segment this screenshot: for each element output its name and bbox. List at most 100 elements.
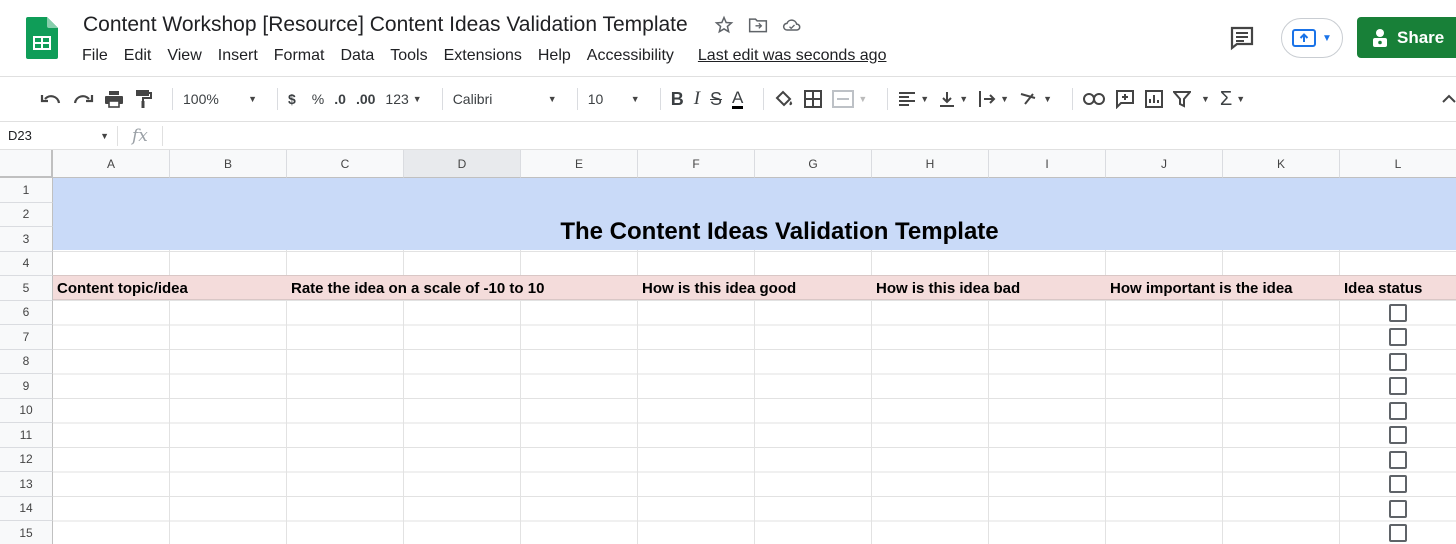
idea-status-checkbox[interactable]	[1389, 426, 1407, 444]
document-title[interactable]: Content Workshop [Resource] Content Idea…	[83, 13, 688, 37]
row-header-9[interactable]: 9	[0, 374, 53, 399]
decrease-decimal-button[interactable]: .0	[334, 84, 346, 114]
italic-button[interactable]: I	[694, 84, 700, 114]
column-header-i[interactable]: I	[989, 150, 1106, 178]
row-header-1[interactable]: 1	[0, 178, 53, 203]
undo-icon	[40, 95, 61, 104]
functions-button[interactable]: Σ ▼	[1220, 84, 1245, 114]
vertical-align-button[interactable]: ▼	[939, 84, 968, 114]
star-icon[interactable]	[714, 14, 734, 36]
share-button[interactable]: Share	[1357, 17, 1456, 58]
move-folder-icon[interactable]	[748, 14, 768, 36]
currency-format-button[interactable]: $	[288, 84, 296, 114]
strikethrough-button[interactable]: S	[710, 84, 722, 114]
text-rotation-button[interactable]: ▼	[1019, 84, 1052, 114]
chevron-down-icon: ▼	[100, 130, 109, 141]
menu-format[interactable]: Format	[274, 47, 325, 65]
row-header-13[interactable]: 13	[0, 472, 53, 497]
borders-button[interactable]	[804, 84, 823, 114]
title-banner[interactable]: The Content Ideas Validation Template	[53, 178, 1456, 250]
menu-insert[interactable]: Insert	[218, 47, 258, 65]
idea-status-checkbox[interactable]	[1389, 303, 1407, 322]
menu-file[interactable]: File	[82, 47, 108, 65]
cloud-status-icon[interactable]	[782, 14, 802, 36]
menu-extensions[interactable]: Extensions	[444, 47, 522, 65]
column-header-h[interactable]: H	[872, 150, 989, 178]
collapse-toolbar-button[interactable]	[1442, 84, 1456, 114]
menu-accessibility[interactable]: Accessibility	[587, 47, 674, 65]
idea-status-checkbox[interactable]	[1389, 475, 1407, 493]
row-header-11[interactable]: 11	[0, 423, 53, 448]
print-button[interactable]	[104, 84, 124, 114]
row-header-7[interactable]: 7	[0, 325, 53, 350]
column-header-g[interactable]: G	[755, 150, 872, 178]
header-good[interactable]: How is this idea good	[638, 276, 796, 300]
row-header-15[interactable]: 15	[0, 521, 53, 544]
header-content-topic[interactable]: Content topic/idea	[53, 276, 188, 300]
text-color-button[interactable]: A	[732, 84, 744, 114]
idea-status-checkbox[interactable]	[1389, 524, 1407, 542]
chevron-down-icon: ▼	[630, 94, 640, 104]
insert-link-button[interactable]	[1082, 84, 1105, 114]
insert-chart-button[interactable]	[1144, 84, 1163, 114]
insert-comment-button[interactable]	[1115, 84, 1135, 114]
header-importance[interactable]: How important is the idea	[1106, 276, 1293, 300]
present-button[interactable]: ▼	[1281, 18, 1343, 58]
column-header-c[interactable]: C	[287, 150, 404, 178]
column-header-e[interactable]: E	[521, 150, 638, 178]
name-box[interactable]: D23 ▼	[0, 125, 118, 146]
bold-button[interactable]: B	[671, 84, 684, 114]
last-edit-link[interactable]: Last edit was seconds ago	[698, 47, 887, 65]
horizontal-align-button[interactable]: ▼	[898, 84, 929, 114]
font-select[interactable]: Calibri ▼	[453, 84, 557, 114]
select-all-corner[interactable]	[0, 150, 53, 178]
column-header-d[interactable]: D	[404, 150, 521, 178]
zoom-select[interactable]: 100% ▼	[183, 84, 257, 114]
chevron-down-icon: ▼	[248, 94, 257, 104]
formula-input[interactable]	[163, 126, 1456, 146]
row-header-2[interactable]: 2	[0, 202, 53, 227]
column-header-b[interactable]: B	[170, 150, 287, 178]
column-header-a[interactable]: A	[53, 150, 170, 178]
filter-button[interactable]: ▼	[1172, 84, 1210, 114]
column-header-l[interactable]: L	[1340, 150, 1456, 178]
sheets-logo-icon[interactable]	[26, 17, 58, 59]
idea-status-checkbox[interactable]	[1389, 499, 1407, 518]
merge-cells-button[interactable]: ▼	[832, 84, 867, 114]
row-header-10[interactable]: 10	[0, 398, 53, 423]
menu-data[interactable]: Data	[340, 47, 374, 65]
menu-edit[interactable]: Edit	[124, 47, 152, 65]
header-rating[interactable]: Rate the idea on a scale of -10 to 10	[287, 276, 544, 300]
menu-view[interactable]: View	[167, 47, 201, 65]
title-bar: Content Workshop [Resource] Content Idea…	[0, 0, 1456, 76]
row-header-5[interactable]: 5	[0, 276, 53, 301]
idea-status-checkbox[interactable]	[1389, 401, 1407, 420]
menu-tools[interactable]: Tools	[390, 47, 427, 65]
undo-button[interactable]	[40, 84, 62, 114]
text-wrap-button[interactable]: ▼	[978, 84, 1009, 114]
font-size-select[interactable]: 10 ▼	[588, 84, 640, 114]
percent-format-button[interactable]: %	[312, 84, 324, 114]
row-header-6[interactable]: 6	[0, 300, 53, 325]
header-idea-status[interactable]: Idea status	[1340, 276, 1422, 300]
paint-format-button[interactable]	[134, 84, 152, 114]
row-header-4[interactable]: 4	[0, 251, 53, 276]
column-header-f[interactable]: F	[638, 150, 755, 178]
idea-status-checkbox[interactable]	[1389, 450, 1407, 469]
header-bad[interactable]: How is this idea bad	[872, 276, 1020, 300]
fill-color-button[interactable]	[774, 84, 794, 114]
column-header-j[interactable]: J	[1106, 150, 1223, 178]
idea-status-checkbox[interactable]	[1389, 377, 1407, 395]
more-formats-button[interactable]: 123 ▼	[385, 84, 421, 114]
menu-help[interactable]: Help	[538, 47, 571, 65]
row-header-12[interactable]: 12	[0, 447, 53, 472]
increase-decimal-button[interactable]: .00	[356, 84, 375, 114]
comment-history-icon[interactable]	[1228, 24, 1256, 52]
idea-status-checkbox[interactable]	[1389, 328, 1407, 346]
row-header-8[interactable]: 8	[0, 349, 53, 374]
row-header-14[interactable]: 14	[0, 496, 53, 521]
column-header-k[interactable]: K	[1223, 150, 1340, 178]
redo-button[interactable]	[72, 84, 94, 114]
row-header-3[interactable]: 3	[0, 227, 53, 252]
idea-status-checkbox[interactable]	[1389, 352, 1407, 371]
